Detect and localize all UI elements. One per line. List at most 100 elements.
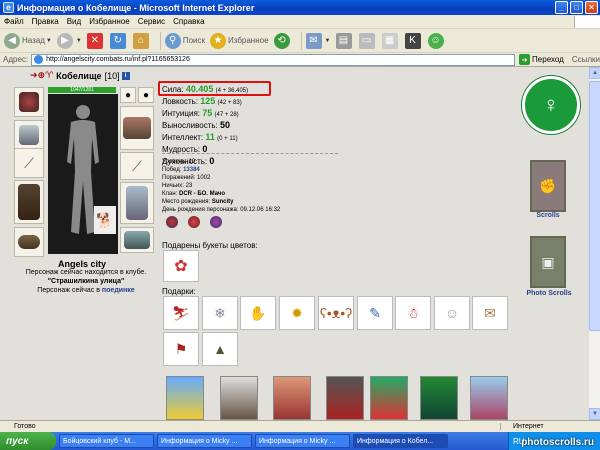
gift-bear-icon[interactable]: ʕ•ᴥ•ʔ [318,296,354,330]
menu-bar: Файл Правка Вид Избранное Сервис Справка [0,15,600,29]
chevron-down-icon[interactable]: ▼ [46,38,52,44]
chevron-down-icon[interactable]: ▼ [325,38,331,44]
taskbar-item[interactable]: Бойцовский клуб - M... [59,434,154,448]
gift-candy-icon[interactable]: ✎ [357,296,393,330]
gift-card-icon[interactable] [420,376,458,420]
scroll-up-arrow-icon[interactable]: ▲ [589,67,600,79]
edit-button[interactable]: ▭ [358,32,377,49]
belt-slot[interactable] [14,227,44,257]
print-button[interactable]: ▤ [335,32,354,49]
strength-highlight-box [158,81,271,96]
taskbar: пуск Бойцовский клуб - M... Информация о… [0,432,600,450]
helmet-slot[interactable] [14,87,44,117]
taskbar-item-active[interactable]: Информация о Кобел... [353,434,448,448]
gift-letter-icon[interactable]: ✉ [472,296,508,330]
menu-help[interactable]: Справка [173,17,204,26]
gift-snowflake-icon[interactable]: ❄ [202,296,238,330]
bracer-slot[interactable] [14,120,44,150]
gift-card-icon[interactable] [370,376,408,420]
back-button[interactable]: ◀ Назад ▼ [4,32,52,49]
gift-card-icon[interactable] [326,376,364,420]
menu-tools[interactable]: Сервис [138,17,165,26]
gift-card-icon[interactable] [470,376,508,420]
go-button[interactable]: ➜ Переход [519,54,564,65]
close-button[interactable]: ✕ [585,1,598,14]
medal-icon[interactable] [210,216,222,228]
ring-slot-1[interactable]: ● [120,87,136,103]
medal-icon[interactable] [166,216,178,228]
info-block: Уровень: 10 Побед: 13384 Поражений: 1002… [162,158,280,214]
battle-link[interactable]: поединке [102,287,135,294]
scroll-down-arrow-icon[interactable]: ▼ [589,408,600,420]
pet-icon[interactable]: 🐕 [94,206,116,234]
k-icon: K [404,32,421,49]
home-button[interactable]: ⌂ [132,32,151,49]
menu-edit[interactable]: Правка [32,17,59,26]
gift-hat-icon[interactable]: ▲ [202,332,238,366]
menu-favorites[interactable]: Избранное [89,17,130,26]
search-button[interactable]: ⚲ Поиск [164,32,205,49]
start-button[interactable]: пуск [0,432,56,450]
k-button[interactable]: K [404,32,423,49]
location-text: Персонаж сейчас находится в клубе. "Стра… [16,268,156,295]
history-button[interactable]: ⟲ [273,32,292,49]
refresh-button[interactable]: ↻ [109,32,128,49]
info-birthday: День рождения персонажа: 09.12.06 16:32 [162,207,281,213]
home-icon: ⌂ [132,32,149,49]
chevron-down-icon[interactable]: ▼ [76,38,82,44]
refresh-icon: ↻ [109,32,126,49]
scroll-banner-icon[interactable]: ✊ [530,160,566,212]
taskbar-item[interactable]: Информация о Micky ... [157,434,252,448]
go-label: Переход [532,55,564,64]
flower-bouquet-icon[interactable]: ✿ [163,250,199,282]
gift-card-icon[interactable] [166,376,204,420]
menu-view[interactable]: Вид [67,17,81,26]
mail-button[interactable]: ✉ ▼ [305,32,331,49]
vertical-scrollbar[interactable]: ▲ ▼ [588,67,600,420]
character-name: Кобелище [56,70,102,81]
forward-arrow-icon: ▶ [56,32,73,49]
forward-button[interactable]: ▶ ▼ [56,32,82,49]
messenger-button[interactable]: ☺ [427,32,446,49]
legs-slot[interactable] [120,182,154,224]
club-room: "Страшилкина улица" [47,278,125,285]
clan-link[interactable]: DCR - БО. Мачо [179,191,225,197]
links-button[interactable]: Ссылки [572,55,600,64]
photo-scroll-banner-icon[interactable]: ▣ [530,236,566,288]
armor-slot[interactable] [14,180,44,224]
stat-row: Интуиция: 75 (47 + 28) [162,108,248,120]
angel-logo-icon[interactable]: ♀ [522,76,580,134]
taskbar-item[interactable]: Информация о Micky ... [255,434,350,448]
address-bar: Адрес: http://angelscity.combats.ru/inf.… [0,53,600,67]
gift-santa-icon[interactable]: ☃ [395,296,431,330]
info-icon[interactable]: i [121,71,130,80]
stat-bonus: (47 + 28) [214,112,239,118]
mail-icon: ✉ [305,32,322,49]
address-input[interactable]: http://angelscity.combats.ru/inf.pl?1165… [31,53,516,66]
gift-sleigh-icon[interactable]: ⛷ [163,296,199,330]
scrolls-link[interactable]: Scrolls [532,212,564,219]
stat-row: Мудрость: 0 [162,144,248,156]
discuss-button[interactable]: ▦ [381,32,400,49]
boots-slot[interactable] [120,227,154,253]
photo-scrolls-link[interactable]: Photo Scrolls [524,290,574,297]
gift-cat-icon[interactable]: ☺ [434,296,470,330]
gift-mittens-icon[interactable]: ✋ [240,296,276,330]
weapon-slot[interactable]: ⟋ [14,148,44,178]
gift-ornament-icon[interactable]: ✹ [279,296,315,330]
maximize-button[interactable]: □ [570,1,583,14]
gift-card-icon[interactable] [220,376,258,420]
offhand-slot[interactable]: ⟋ [120,152,154,180]
menu-file[interactable]: Файл [4,17,24,26]
ring-slot-2[interactable]: ● [138,87,154,103]
gloves-slot[interactable] [120,106,154,150]
spear-icon: ⟋ [24,154,34,171]
favorites-button[interactable]: ★ Избранное [210,32,269,49]
minimize-button[interactable]: _ [555,1,568,14]
stop-button[interactable]: ✕ [86,32,105,49]
medal-icon[interactable] [188,216,200,228]
photo-icon: ▣ [541,253,555,270]
scroll-thumb[interactable] [589,81,600,331]
gift-card-icon[interactable] [273,376,311,420]
gift-banner-icon[interactable]: ⚑ [163,332,199,366]
